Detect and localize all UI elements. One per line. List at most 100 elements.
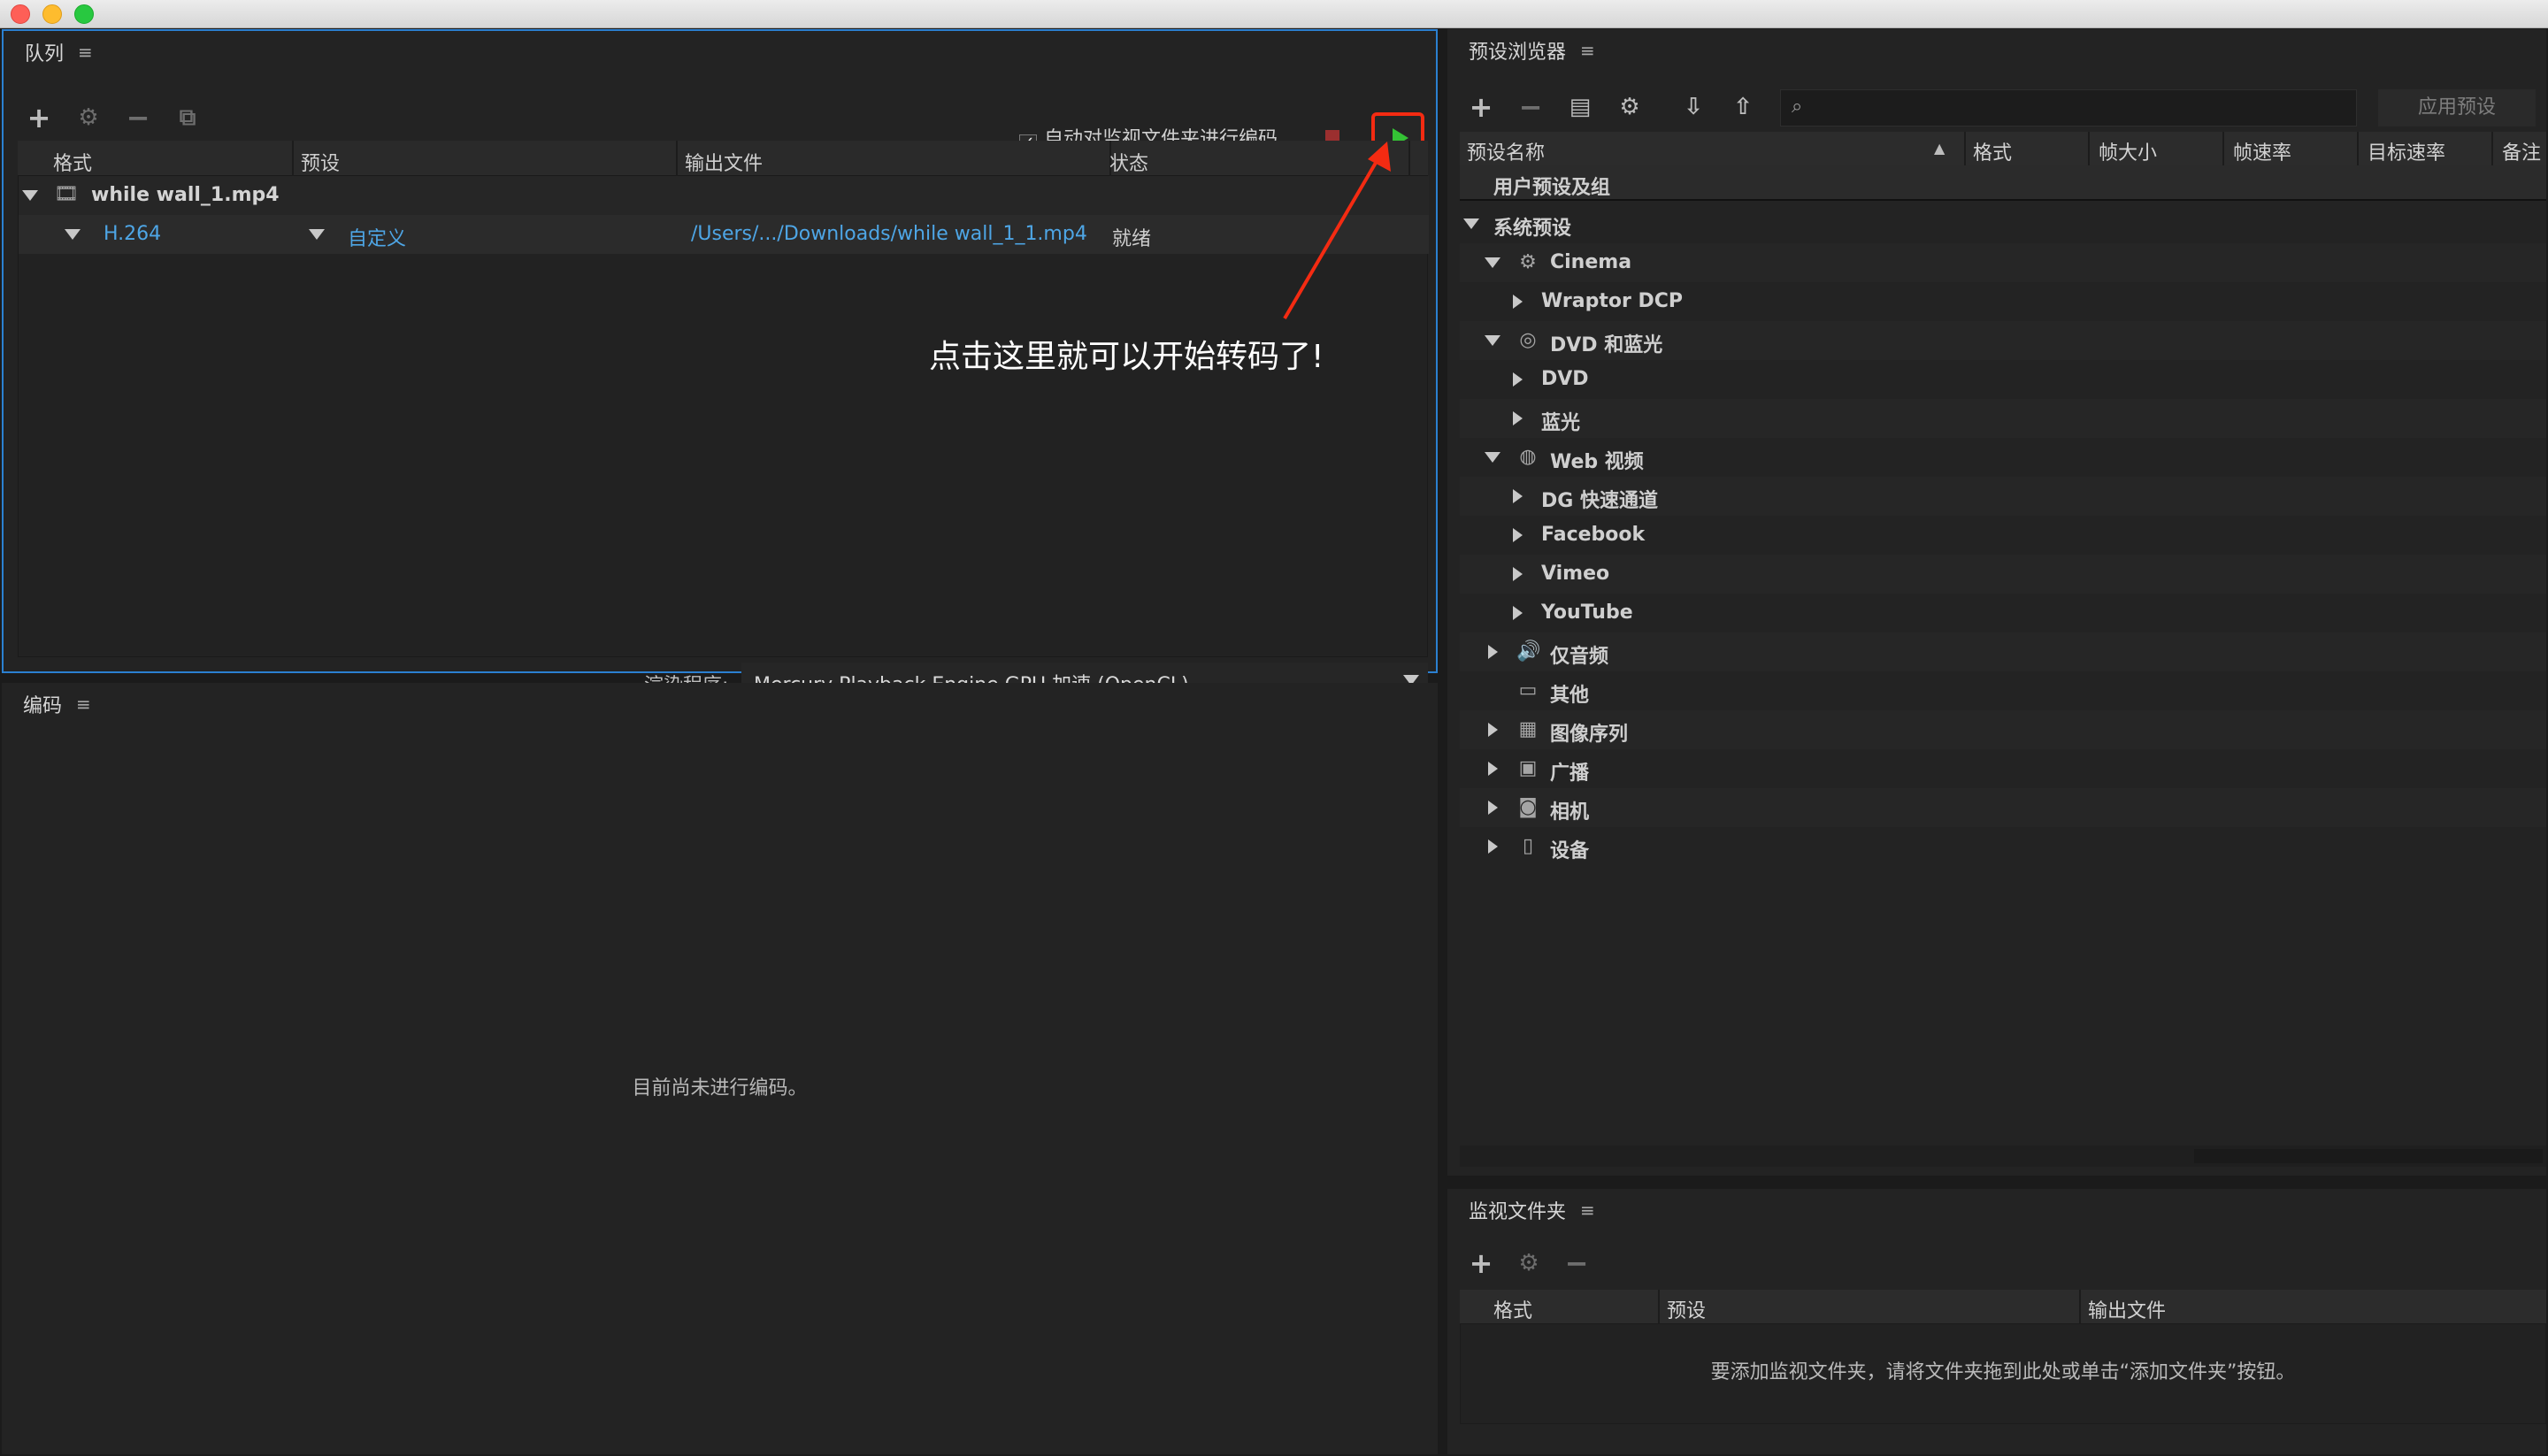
queue-file-row[interactable]: 🎞 while wall_1.mp4 [19, 176, 1429, 215]
tree-web-video[interactable]: ◍ Web 视频 [1460, 438, 2546, 477]
tree-label: Cinema [1550, 251, 1632, 273]
col-preset[interactable]: 预设 [301, 148, 340, 176]
col-format[interactable]: 格式 [1973, 137, 2012, 165]
camera-icon: ◙ [1518, 796, 1538, 818]
remove-preset-button[interactable]: − [1511, 89, 1550, 128]
tree-facebook[interactable]: Facebook [1460, 516, 2546, 555]
col-preset[interactable]: 预设 [1667, 1295, 1706, 1323]
queue-menu-icon[interactable]: ≡ [78, 42, 93, 63]
expand-icon[interactable] [1513, 295, 1523, 309]
expand-icon[interactable] [1513, 489, 1523, 503]
expand-icon[interactable] [1513, 528, 1523, 542]
preset-hscrollbar[interactable] [1460, 1146, 2546, 1167]
watch-empty-message: 要添加监视文件夹，请将文件夹拖到此处或单击“添加文件夹”按钮。 [1710, 1361, 2296, 1383]
col-frame-size[interactable]: 帧大小 [2099, 137, 2157, 165]
zoom-icon[interactable] [74, 4, 94, 24]
tree-cinema[interactable]: ⚙ Cinema [1460, 243, 2546, 282]
preset-link[interactable]: 自定义 [348, 223, 406, 251]
search-icon: ⌕ [1792, 96, 1803, 118]
minimize-icon[interactable] [42, 4, 62, 24]
duplicate-button[interactable]: ⧉ [168, 100, 207, 139]
format-link[interactable]: H.264 [104, 223, 161, 245]
tree-label: 用户预设及组 [1493, 177, 1611, 199]
col-format[interactable]: 格式 [1493, 1295, 1532, 1323]
queue-title: 队列 [25, 43, 65, 65]
tree-image-sequence[interactable]: ▦ 图像序列 [1460, 710, 2546, 749]
tree-label: 仅音频 [1550, 646, 1609, 668]
collapse-icon[interactable] [1485, 335, 1500, 346]
watch-settings-button[interactable]: ⚙ [1509, 1245, 1548, 1284]
preset-settings-button[interactable]: ⚙ [1610, 89, 1649, 128]
queue-list: 🎞 while wall_1.mp4 H.264 自定义 /Users/.../… [18, 176, 1429, 657]
phone-icon: ▯ [1522, 835, 1534, 857]
tree-label: 蓝光 [1541, 412, 1581, 434]
remove-item-button[interactable]: − [119, 100, 157, 139]
scroll-thumb[interactable] [2194, 1149, 2543, 1163]
col-target-rate[interactable]: 目标速率 [2368, 137, 2445, 165]
tree-camera[interactable]: ◙ 相机 [1460, 788, 2546, 827]
presets-title: 预设浏览器 [1469, 42, 1567, 64]
add-watch-folder-button[interactable]: + [1462, 1245, 1500, 1284]
apply-preset-button[interactable]: 应用预设 [2378, 89, 2536, 126]
tree-label: 其他 [1550, 685, 1590, 707]
tree-bluray[interactable]: 蓝光 [1460, 399, 2546, 438]
tree-user-presets[interactable]: 用户预设及组 [1460, 165, 2546, 201]
expand-icon[interactable] [1513, 606, 1523, 620]
import-preset-button[interactable]: ⇩ [1674, 89, 1713, 128]
expand-icon[interactable] [1488, 645, 1498, 659]
speaker-icon: 🔊 [1516, 640, 1541, 663]
col-frame-rate[interactable]: 帧速率 [2233, 137, 2291, 165]
col-status[interactable]: 状态 [1109, 148, 1148, 176]
collapse-icon[interactable] [22, 190, 38, 201]
expand-icon[interactable] [1488, 723, 1498, 737]
output-link[interactable]: /Users/.../Downloads/while wall_1_1.mp4 [691, 223, 1087, 245]
tree-dvd-bluray[interactable]: ◎ DVD 和蓝光 [1460, 321, 2546, 360]
encoding-menu-icon[interactable]: ≡ [76, 694, 91, 715]
encoding-panel: 编码 ≡ 目前尚未进行编码。 [2, 683, 1438, 1454]
tree-broadcast[interactable]: ▣ 广播 [1460, 749, 2546, 788]
close-icon[interactable] [11, 4, 30, 24]
preset-search-input[interactable]: ⌕ [1780, 89, 2357, 126]
col-comment[interactable]: 备注 [2502, 137, 2541, 165]
expand-icon[interactable] [1488, 801, 1498, 815]
tree-vimeo[interactable]: Vimeo [1460, 555, 2546, 594]
format-dropdown-icon[interactable] [65, 229, 81, 240]
collapse-icon[interactable] [1485, 257, 1500, 268]
queue-item-row[interactable]: H.264 自定义 /Users/.../Downloads/while wal… [19, 215, 1429, 254]
expand-icon[interactable] [1513, 411, 1523, 425]
watch-folders-panel: 监视文件夹 ≡ + ⚙ − 格式 预设 输出文件 要添加监视文件夹，请将文件夹拖… [1447, 1189, 2546, 1454]
tree-audio-only[interactable]: 🔊 仅音频 [1460, 632, 2546, 671]
expand-icon[interactable] [1513, 372, 1523, 387]
export-preset-button[interactable]: ⇧ [1723, 89, 1762, 128]
tree-other[interactable]: ▭ 其他 [1460, 671, 2546, 710]
expand-icon[interactable] [1513, 567, 1523, 581]
col-format[interactable]: 格式 [53, 148, 92, 176]
new-preset-button[interactable]: + [1462, 89, 1500, 128]
tree-dvd[interactable]: DVD [1460, 360, 2546, 399]
tree-wraptor-dcp[interactable]: Wraptor DCP [1460, 282, 2546, 321]
col-preset-name[interactable]: 预设名称 [1467, 137, 1545, 165]
tree-devices[interactable]: ▯ 设备 [1460, 827, 2546, 866]
presets-header: 预设浏览器 ≡ [1447, 29, 2546, 72]
preset-dropdown-icon[interactable] [309, 229, 325, 240]
add-source-button[interactable]: + [19, 100, 58, 139]
queue-settings-button[interactable]: ⚙ [69, 100, 108, 139]
collapse-icon[interactable] [1485, 452, 1500, 463]
remove-watch-folder-button[interactable]: − [1557, 1245, 1596, 1284]
expand-icon[interactable] [1488, 839, 1498, 854]
watch-menu-icon[interactable]: ≡ [1580, 1199, 1595, 1221]
tree-system-presets[interactable]: 系统预设 [1460, 204, 2546, 243]
collapse-icon[interactable] [1463, 218, 1479, 229]
expand-icon[interactable] [1488, 762, 1498, 776]
new-group-button[interactable]: ▤ [1561, 89, 1600, 128]
presets-menu-icon[interactable]: ≡ [1580, 40, 1595, 61]
encoding-header: 编码 ≡ [2, 683, 1438, 725]
queue-table-header: 格式 预设 输出文件 状态 [18, 141, 1428, 176]
col-output[interactable]: 输出文件 [2088, 1295, 2166, 1323]
tree-dg-fastchannel[interactable]: DG 快速通道 [1460, 477, 2546, 516]
watch-list[interactable]: 要添加监视文件夹，请将文件夹拖到此处或单击“添加文件夹”按钮。 [1460, 1323, 2546, 1424]
window-titlebar [0, 0, 2548, 28]
col-output[interactable]: 输出文件 [685, 148, 763, 176]
tree-youtube[interactable]: YouTube [1460, 594, 2546, 632]
file-name: while wall_1.mp4 [91, 184, 280, 206]
